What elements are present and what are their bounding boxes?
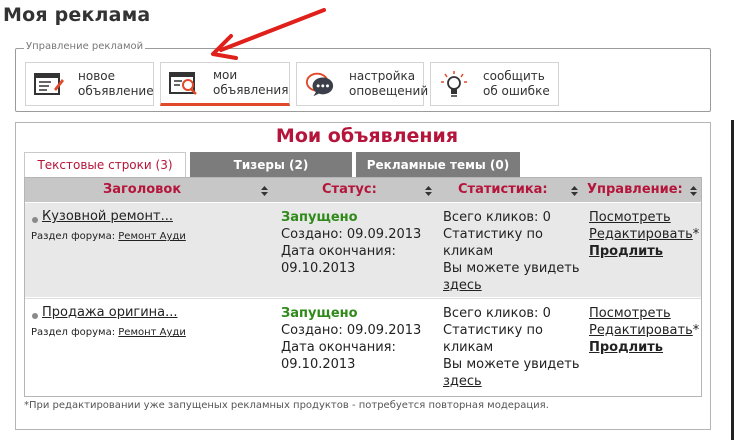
stats-text: кликам bbox=[443, 340, 494, 355]
management-cell: Посмотреть Редактировать* Продлить bbox=[589, 305, 699, 356]
bullet-icon bbox=[32, 313, 38, 319]
new-ad-icon bbox=[34, 70, 64, 98]
tab-ad-topics[interactable]: Рекламные темы (0) bbox=[356, 152, 520, 177]
column-header-title[interactable]: Заголовок bbox=[103, 178, 181, 202]
ad-title-link[interactable]: Продажа оригина... bbox=[42, 305, 178, 320]
view-link[interactable]: Посмотреть bbox=[589, 306, 671, 321]
end-date-label: Дата окончания: bbox=[281, 244, 396, 259]
my-ads-button[interactable]: мои объявления bbox=[160, 62, 290, 106]
tab-text-lines[interactable]: Текстовые строки (3) bbox=[24, 152, 186, 177]
table-row: Продажа оригина... Раздел форума: Ремонт… bbox=[25, 298, 701, 393]
stats-text: Статистику по bbox=[443, 227, 543, 242]
forum-section-label: Раздел форума: bbox=[31, 327, 116, 338]
edit-footnote-mark: * bbox=[692, 323, 700, 338]
status-badge: Запущено bbox=[281, 306, 358, 321]
ad-title-link[interactable]: Кузовной ремонт... bbox=[42, 209, 173, 224]
notification-settings-label: настройка оповещений bbox=[349, 69, 429, 98]
edit-footnote-mark: * bbox=[692, 227, 700, 242]
statistics-cell: Всего кликов: 0 Статистику по кликам Вы … bbox=[443, 209, 593, 294]
sort-icon[interactable] bbox=[425, 186, 432, 196]
ad-management-toolbar: Управление рекламой новое объявление мои… bbox=[15, 41, 711, 112]
forum-section-link[interactable]: Ремонт Ауди bbox=[118, 231, 186, 242]
end-date-label: Дата окончания: bbox=[281, 340, 396, 355]
created-date: Создано: 09.09.2013 bbox=[281, 227, 422, 242]
forum-section: Раздел форума: Ремонт Ауди bbox=[31, 231, 186, 242]
total-clicks: Всего кликов: 0 bbox=[443, 306, 551, 321]
lightbulb-icon bbox=[439, 70, 469, 98]
extend-link[interactable]: Продлить bbox=[589, 340, 663, 355]
section-title: Мои объявления bbox=[275, 125, 459, 147]
ads-table: Заголовок Статус: Статистика: Управление… bbox=[24, 177, 702, 397]
notification-settings-button[interactable]: настройка оповещений bbox=[296, 62, 428, 106]
bullet-icon bbox=[32, 217, 38, 223]
new-ad-button[interactable]: новое объявление bbox=[25, 62, 154, 106]
forum-section: Раздел форума: Ремонт Ауди bbox=[31, 327, 186, 338]
statistics-cell: Всего кликов: 0 Статистику по кликам Вы … bbox=[443, 305, 593, 390]
my-ads-label: мои объявления bbox=[213, 68, 289, 97]
column-header-statistics[interactable]: Статистика: bbox=[458, 178, 548, 202]
stats-text: Статистику по bbox=[443, 323, 543, 338]
stats-text: Вы можете увидеть bbox=[443, 357, 580, 372]
forum-section-link[interactable]: Ремонт Ауди bbox=[118, 327, 186, 338]
status-badge: Запущено bbox=[281, 210, 358, 225]
end-date: 09.10.2013 bbox=[281, 357, 356, 372]
management-cell: Посмотреть Редактировать* Продлить bbox=[589, 209, 699, 260]
chat-bubble-icon bbox=[305, 70, 335, 98]
edit-link[interactable]: Редактировать bbox=[589, 227, 693, 242]
sort-icon[interactable] bbox=[261, 186, 268, 196]
tab-teasers[interactable]: Тизеры (2) bbox=[190, 152, 352, 177]
stats-here-link[interactable]: здесь bbox=[443, 373, 593, 390]
column-header-management[interactable]: Управление: bbox=[587, 178, 683, 202]
page-title: Моя реклама bbox=[3, 4, 151, 26]
created-date: Создано: 09.09.2013 bbox=[281, 323, 422, 338]
table-header: Заголовок Статус: Статистика: Управление… bbox=[25, 178, 701, 202]
end-date: 09.10.2013 bbox=[281, 261, 356, 276]
total-clicks: Всего кликов: 0 bbox=[443, 210, 551, 225]
moderation-footnote: *При редактировании уже запущеных реклам… bbox=[24, 400, 549, 411]
extend-link[interactable]: Продлить bbox=[589, 244, 663, 259]
status-cell: Запущено Создано: 09.09.2013 Дата оконча… bbox=[281, 209, 421, 277]
red-arrow-annotation bbox=[211, 8, 326, 60]
status-cell: Запущено Создано: 09.09.2013 Дата оконча… bbox=[281, 305, 421, 373]
column-header-status[interactable]: Статус: bbox=[322, 178, 377, 202]
report-error-label: сообщить об ошибке bbox=[483, 69, 550, 98]
forum-section-label: Раздел форума: bbox=[31, 231, 116, 242]
new-ad-label: новое объявление bbox=[78, 69, 154, 98]
edit-link[interactable]: Редактировать bbox=[589, 323, 693, 338]
toolbar-legend: Управление рекламой bbox=[24, 41, 146, 52]
sort-icon[interactable] bbox=[690, 186, 697, 196]
my-ads-icon bbox=[169, 69, 199, 97]
stats-text: кликам bbox=[443, 244, 494, 259]
stats-here-link[interactable]: здесь bbox=[443, 277, 593, 294]
sort-icon[interactable] bbox=[571, 186, 578, 196]
table-row: Кузовной ремонт... Раздел форума: Ремонт… bbox=[25, 203, 701, 297]
view-link[interactable]: Посмотреть bbox=[589, 210, 671, 225]
report-error-button[interactable]: сообщить об ошибке bbox=[430, 62, 559, 106]
stats-text: Вы можете увидеть bbox=[443, 261, 580, 276]
